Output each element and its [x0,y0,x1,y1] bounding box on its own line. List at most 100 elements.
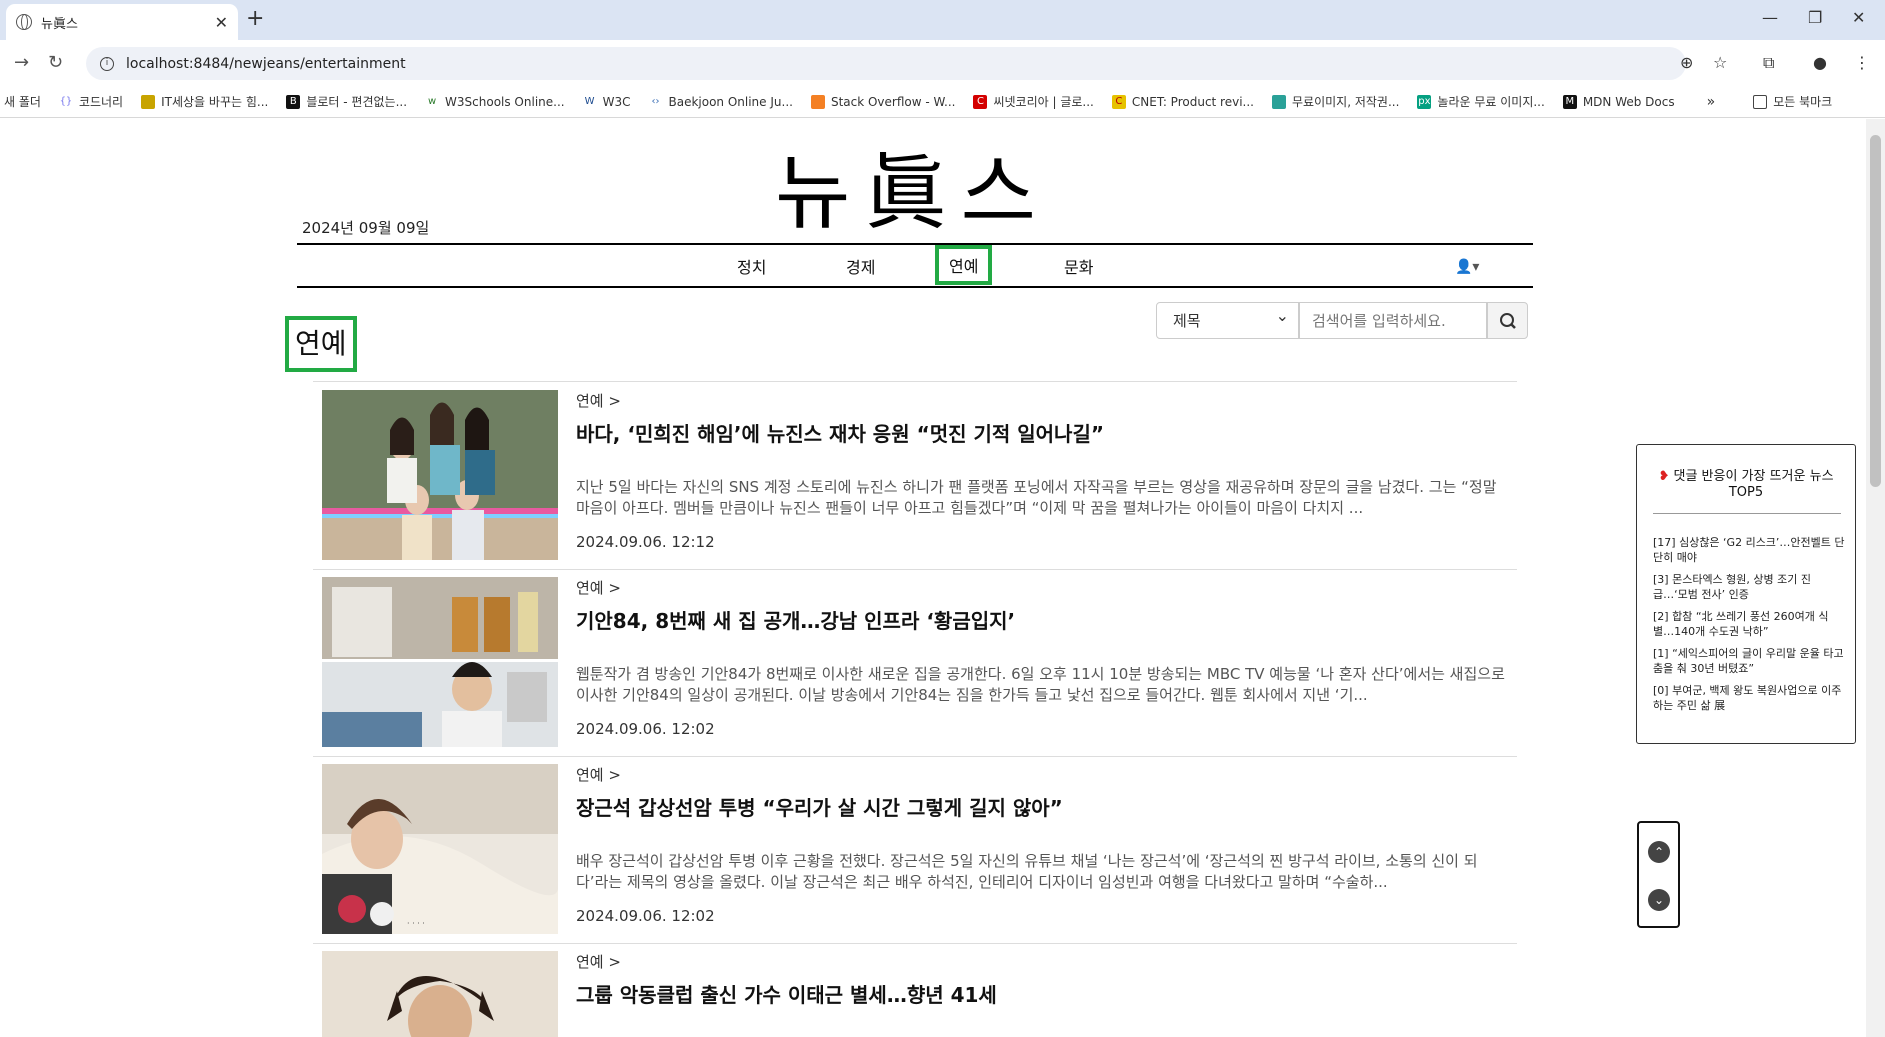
article-thumbnail[interactable]: · · · · [322,764,558,934]
article-date: 2024.09.06. 12:12 [576,533,715,551]
article-thumbnail[interactable] [322,577,558,747]
extensions-icon[interactable]: ⧉ [1763,53,1774,73]
article-item[interactable]: · · · · 연예 > 장근석 갑상선암 투병 “우리가 살 시간 그렇게 길… [322,764,1512,934]
all-bookmarks-folder[interactable]: 모든 북마크 [1753,93,1832,110]
globe-icon [16,14,32,30]
thumbnail-image [322,951,558,1037]
article-date: 2024.09.06. 12:02 [576,907,715,925]
code-icon: {} [59,95,73,107]
hot-news-item[interactable]: [0] 부여군, 백제 왕도 복원사업으로 이주하는 주민 삶 展 [1653,683,1845,713]
bookmark-item[interactable]: 무료이미지, 저작권... [1272,93,1399,110]
bookmark-item[interactable]: px 놀라운 무료 이미지... [1417,93,1545,110]
bookmark-item[interactable]: w W3Schools Online... [425,95,565,109]
page-scrollbar-thumb[interactable] [1870,135,1881,487]
bookmark-favicon: B [286,94,301,109]
list-divider [313,381,1517,382]
thumbnail-image: · · · · [322,764,558,934]
nav-entertainment[interactable]: 연예 [935,241,993,289]
scroll-up-button[interactable]: ⌃ [1648,841,1670,863]
page-content: 뉴眞스 2024년 09월 09일 정치 경제 연예 문화 👤▾ 연예 제목 ⌄… [0,119,1866,1037]
menu-icon[interactable]: ⋮ [1854,53,1870,72]
header-divider-bottom [297,286,1533,288]
site-logo[interactable]: 뉴眞스 [775,149,1050,239]
user-menu-icon[interactable]: 👤▾ [1455,259,1479,275]
svg-text:· · · ·: · · · · [407,919,425,928]
folder-icon [1753,94,1768,109]
window-close-icon[interactable]: ✕ [1852,8,1865,27]
site-info-icon[interactable]: i [100,56,114,71]
article-title[interactable]: 바다, ‘민희진 해임’에 뉴진스 재차 응원 “멋진 기적 일어나길” [576,418,1104,447]
search-button[interactable] [1487,302,1528,339]
list-divider [313,943,1517,944]
article-summary: 지난 5일 바다는 자신의 SNS 계정 스토리에 뉴진스 하니가 팬 플랫폼 … [576,478,1497,517]
restore-icon[interactable]: ❐ [1808,8,1822,27]
article-item[interactable]: 연예 > 그룹 악동클럽 출신 가수 이태근 별세…향년 41세 [322,951,1512,1037]
bookmark-favicon [810,94,825,109]
bookmark-item[interactable]: M MDN Web Docs [1562,94,1675,109]
hot-news-title: ❥ 댓글 반응이 가장 뜨거운 뉴스 TOP5 [1658,469,1834,500]
nav-entertainment-label: 연예 [935,245,993,285]
zoom-icon[interactable]: ⊕ [1680,53,1693,72]
tab-title: 뉴眞스 [41,16,78,32]
hot-news-item[interactable]: [2] 합참 “北 쓰레기 풍선 260여개 식별…140개 수도권 낙하” [1653,609,1845,639]
new-tab-icon[interactable]: + [246,8,264,30]
url-text: localhost:8484/newjeans/entertainment [126,55,406,72]
bookmark-star-icon[interactable]: ☆ [1713,53,1727,72]
bookmark-item[interactable]: C 씨넷코리아 | 글로... [973,93,1094,110]
hot-news-divider [1653,513,1841,514]
article-item[interactable]: 연예 > 기안84, 8번째 새 집 공개…강남 인프라 ‘황금입지’ 웹툰작가… [322,577,1512,747]
profile-icon[interactable]: ● [1813,53,1827,72]
article-title[interactable]: 그룹 악동클럽 출신 가수 이태근 별세…향년 41세 [576,979,997,1008]
thumbnail-image [322,390,558,560]
hot-news-item[interactable]: [17] 심상찮은 ‘G2 리스크’…안전벨트 단단히 매야 [1653,535,1845,565]
bookmark-favicon: C [1111,94,1126,109]
browser-tab[interactable]: 뉴眞스 ✕ [6,4,238,40]
bookmark-item[interactable]: 새 폴더 [4,93,41,110]
list-divider [313,569,1517,570]
article-category[interactable]: 연예 > [576,951,621,972]
url-bar[interactable]: i localhost:8484/newjeans/entertainment [86,47,1686,80]
bookmark-item[interactable]: IT세상을 바꾸는 힘... [141,93,268,110]
article-title[interactable]: 장근석 갑상선암 투병 “우리가 살 시간 그렇게 길지 않아” [576,792,1063,821]
header-divider-top [297,243,1533,245]
search-input[interactable] [1299,302,1487,339]
close-tab-icon[interactable]: ✕ [215,13,228,32]
hot-news-item[interactable]: [1] “세익스피어의 글이 우리말 운율 타고 춤을 춰 30년 버텼죠” [1653,646,1845,676]
bookmarks-bar: 새 폴더 {} 코드너리 IT세상을 바꾸는 힘... B 블로터 - 편견없는..… [0,86,1885,118]
more-bookmarks-icon[interactable]: » [1707,94,1716,110]
reload-icon[interactable]: ↻ [48,52,63,73]
pin-icon: ❥ [1658,469,1670,484]
bookmark-item[interactable]: ‹› Baekjoon Online Ju... [648,95,792,109]
bookmark-favicon: w [427,95,437,107]
bookmark-item[interactable]: Stack Overflow - W... [810,94,955,109]
bookmark-favicon: px [1417,94,1432,109]
browser-tabbar: 뉴眞스 ✕ + — ❐ ✕ [0,0,1885,40]
bookmark-favicon: C [973,94,988,109]
forward-icon[interactable]: → [14,52,29,73]
article-title[interactable]: 기안84, 8번째 새 집 공개…강남 인프라 ‘황금입지’ [576,605,1015,634]
article-category[interactable]: 연예 > [576,764,621,785]
bookmark-favicon: M [1562,94,1577,109]
bookmark-item[interactable]: W W3C [583,95,631,109]
hot-news-item[interactable]: [3] 몬스타엑스 형원, 상병 조기 진급…‘모범 전사’ 인증 [1653,572,1845,602]
list-divider [313,756,1517,757]
article-thumbnail[interactable] [322,951,558,1037]
nav-politics[interactable]: 정치 [737,245,766,286]
bookmark-item[interactable]: {} 코드너리 [59,93,124,110]
scroll-down-button[interactable]: ⌄ [1648,889,1670,911]
nav-economy[interactable]: 경제 [846,245,875,286]
thumbnail-image [322,577,558,747]
bookmark-favicon: ‹› [651,95,660,107]
article-date: 2024.09.06. 12:02 [576,720,715,738]
article-thumbnail[interactable] [322,390,558,560]
article-category[interactable]: 연예 > [576,577,621,598]
section-title: 연예 [285,316,357,372]
bookmark-item[interactable]: B 블로터 - 편견없는... [286,93,407,110]
bookmark-item[interactable]: C CNET: Product revi... [1111,94,1254,109]
article-item[interactable]: 연예 > 바다, ‘민희진 해임’에 뉴진스 재차 응원 “멋진 기적 일어나길… [322,390,1512,560]
search-type-select[interactable]: 제목 [1156,302,1299,339]
minimize-icon[interactable]: — [1762,8,1778,27]
article-category[interactable]: 연예 > [576,390,621,411]
article-summary: 웹툰작가 겸 방송인 기안84가 8번째로 이사한 새로운 집을 공개한다. 6… [576,665,1505,704]
nav-culture[interactable]: 문화 [1064,245,1093,286]
